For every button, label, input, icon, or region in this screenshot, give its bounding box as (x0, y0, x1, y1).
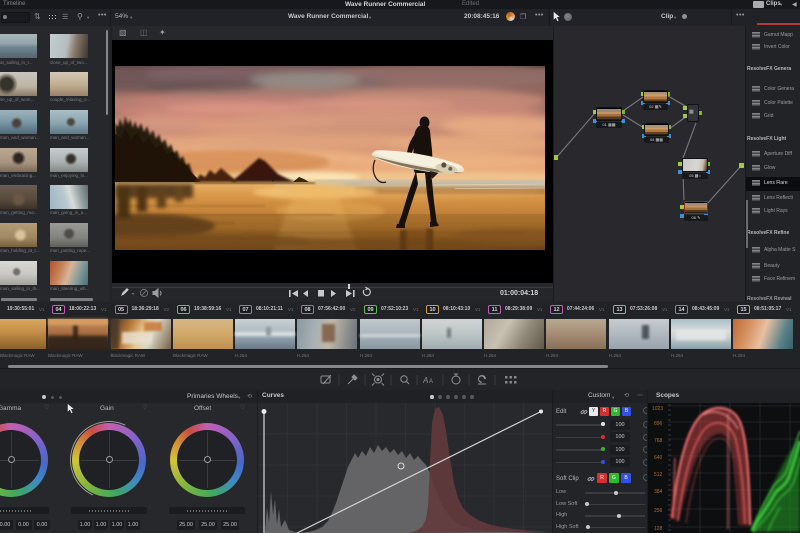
svg-text:A: A (422, 376, 428, 385)
svg-text:384: 384 (654, 489, 663, 495)
svg-text:640: 640 (654, 455, 663, 461)
svg-text:256: 256 (654, 508, 663, 514)
svg-text:A: A (429, 379, 433, 385)
svg-text:896: 896 (654, 421, 663, 427)
svg-text:128: 128 (654, 526, 663, 532)
svg-text:768: 768 (654, 438, 663, 444)
svg-text:512: 512 (654, 472, 663, 478)
svg-text:1023: 1023 (652, 406, 663, 412)
